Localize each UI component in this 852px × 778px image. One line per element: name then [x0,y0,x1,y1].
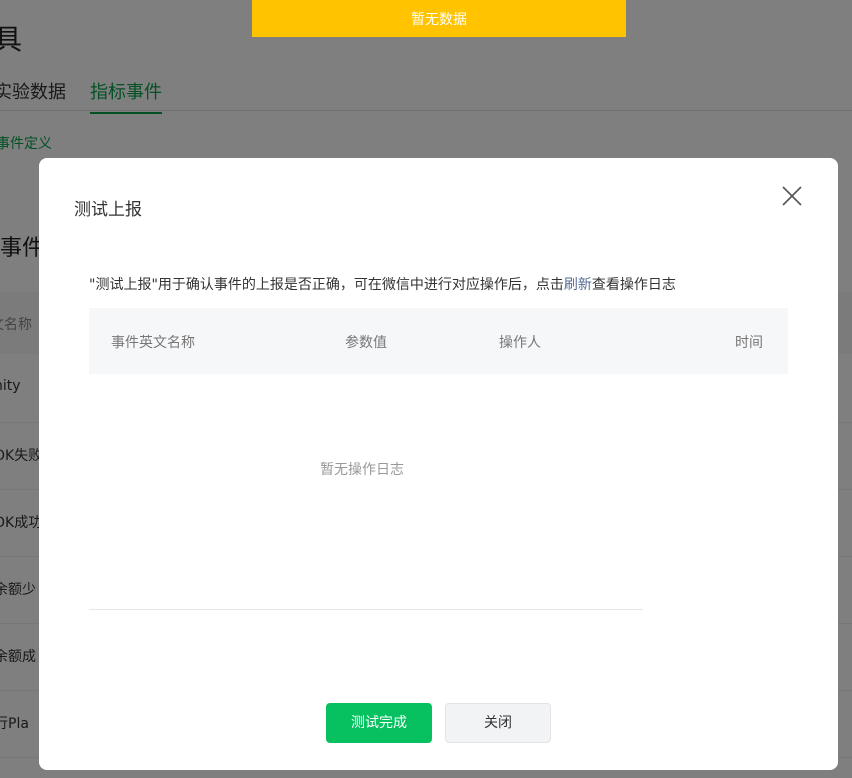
column-event-name: 事件英文名称 [111,335,195,351]
description-text-end: 查看操作日志 [591,277,676,293]
column-time: 时间 [735,335,763,351]
description-text: "测试上报"用于确认事件的上报是否正确，可在微信中进行对应操作后，点击 [89,277,564,293]
table-bottom-divider [89,609,643,610]
test-report-dialog: 测试上报 "测试上报"用于确认事件的上报是否正确，可在微信中进行对应操作后，点击… [39,158,838,770]
column-operator: 操作人 [499,335,541,351]
dialog-title: 测试上报 [74,200,142,220]
column-param-value: 参数值 [345,335,387,351]
close-button[interactable]: 关闭 [445,703,551,743]
dialog-description: "测试上报"用于确认事件的上报是否正确，可在微信中进行对应操作后，点击刷新查看操… [89,274,676,294]
test-complete-button[interactable]: 测试完成 [326,703,432,743]
toast-message: 暂无数据 [252,0,626,37]
empty-state-text: 暂无操作日志 [320,462,404,478]
refresh-link[interactable]: 刷新 [564,277,592,293]
close-icon[interactable] [780,184,804,208]
log-table-header: 事件英文名称 参数值 操作人 时间 [89,308,788,374]
